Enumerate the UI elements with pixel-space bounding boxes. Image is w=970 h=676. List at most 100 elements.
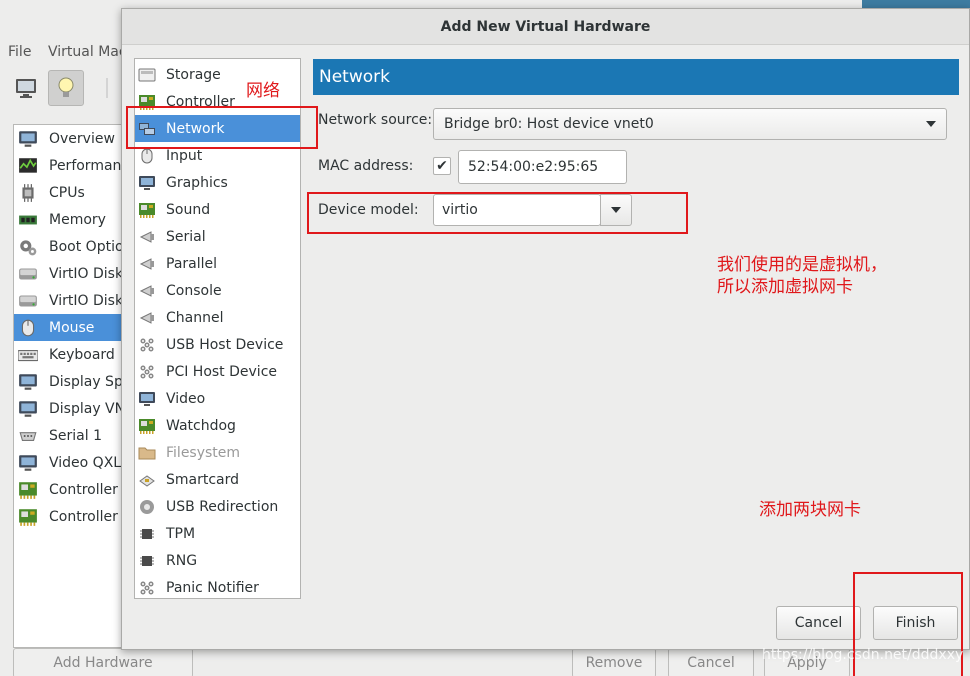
performance-icon xyxy=(18,156,40,176)
monitor-icon xyxy=(18,129,40,149)
disk-icon xyxy=(18,291,40,311)
cancel-button[interactable]: Cancel xyxy=(776,606,861,640)
device-list-item[interactable]: Controller P xyxy=(14,503,132,530)
hardware-type-label: Panic Notifier xyxy=(166,579,259,596)
device-list-item-label: Performanc xyxy=(49,157,130,174)
hardware-type-smartcard[interactable]: Smartcard xyxy=(135,466,300,493)
port-icon xyxy=(138,282,156,300)
device-list-item[interactable]: Serial 1 xyxy=(14,422,132,449)
mac-address-checkbox[interactable]: ✔ xyxy=(433,157,451,175)
annotation-add-two-note: 添加两块网卡 xyxy=(759,500,861,520)
gears-icon xyxy=(18,237,40,257)
device-list-item-label: CPUs xyxy=(49,184,85,201)
hardware-type-video[interactable]: Video xyxy=(135,385,300,412)
usb-icon xyxy=(138,363,156,381)
annotation-vm-note-line2: 所以添加虚拟网卡 xyxy=(717,277,853,297)
lightbulb-icon xyxy=(58,77,74,97)
storage-icon xyxy=(138,66,156,84)
network-source-dropdown[interactable]: Bridge br0: Host device vnet0 xyxy=(433,108,947,140)
device-list-item[interactable]: Boot Optio xyxy=(14,233,132,260)
hardware-type-channel[interactable]: Channel xyxy=(135,304,300,331)
smartcard-icon xyxy=(138,471,156,489)
device-list-item[interactable]: Mouse xyxy=(14,314,132,341)
panel-title: Network xyxy=(313,59,959,95)
remove-button[interactable]: Remove xyxy=(572,648,656,676)
device-list-item-label: Serial 1 xyxy=(49,427,102,444)
device-list-item[interactable]: VirtIO Disk xyxy=(14,287,132,314)
hardware-type-graphics[interactable]: Graphics xyxy=(135,169,300,196)
menu-virtual-machine[interactable]: Virtual Mac xyxy=(48,44,127,60)
folder-icon xyxy=(138,444,156,462)
hardware-type-rng[interactable]: RNG xyxy=(135,547,300,574)
annotation-device-model-box xyxy=(307,192,688,234)
hardware-type-label: Input xyxy=(166,147,203,164)
chip-icon xyxy=(138,552,156,570)
serial-icon xyxy=(18,426,40,446)
hardware-type-label: TPM xyxy=(166,525,196,542)
hardware-type-console[interactable]: Console xyxy=(135,277,300,304)
hardware-type-watchdog[interactable]: Watchdog xyxy=(135,412,300,439)
monitor-icon xyxy=(138,390,156,408)
hardware-type-panic-notifier[interactable]: Panic Notifier xyxy=(135,574,300,598)
hardware-type-label: RNG xyxy=(166,552,198,569)
add-hardware-button[interactable]: Add Hardware xyxy=(13,648,193,676)
console-view-button[interactable] xyxy=(8,70,44,106)
device-list-item[interactable]: Performanc xyxy=(14,152,132,179)
hardware-type-label: Channel xyxy=(166,309,224,326)
hardware-type-serial[interactable]: Serial xyxy=(135,223,300,250)
device-list-item-label: Overview xyxy=(49,130,115,147)
mac-address-field[interactable]: 52:54:00:e2:95:65 xyxy=(458,150,627,184)
monitor-icon xyxy=(16,79,36,98)
device-list-item[interactable]: CPUs xyxy=(14,179,132,206)
device-list-item-label: Mouse xyxy=(49,319,95,336)
toolbar-separator-icon xyxy=(92,70,122,106)
hardware-type-label: Graphics xyxy=(166,174,228,191)
device-list-item-label: VirtIO Disk xyxy=(49,292,124,309)
device-list-item-label: Keyboard xyxy=(49,346,115,363)
hardware-type-label: USB Redirection xyxy=(166,498,279,515)
card-icon xyxy=(138,417,156,435)
device-list-item[interactable]: Display Spi xyxy=(14,368,132,395)
display-icon xyxy=(18,453,40,473)
hardware-type-label: USB Host Device xyxy=(166,336,284,353)
device-list-item[interactable]: VirtIO Disk xyxy=(14,260,132,287)
device-list-item-label: Memory xyxy=(49,211,106,228)
network-source-label: Network source: xyxy=(318,112,433,128)
device-list-item-label: Video QXL xyxy=(49,454,122,471)
hardware-type-pci-host-device[interactable]: PCI Host Device xyxy=(135,358,300,385)
hardware-type-label: Video xyxy=(166,390,206,407)
card-icon xyxy=(138,201,156,219)
device-list-item[interactable]: Overview xyxy=(14,125,132,152)
display-icon xyxy=(18,372,40,392)
hardware-type-usb-redirection[interactable]: USB Redirection xyxy=(135,493,300,520)
annotation-network-note: 网络 xyxy=(246,81,280,101)
device-list-item-label: Display VN xyxy=(49,400,126,417)
device-list-item[interactable]: Memory xyxy=(14,206,132,233)
device-list-item[interactable]: Display VN xyxy=(14,395,132,422)
menu-file[interactable]: File xyxy=(8,44,31,60)
chip-icon xyxy=(138,525,156,543)
watermark: https://blog.csdn.net/dddxxy xyxy=(762,647,964,663)
mouse-icon xyxy=(18,318,40,338)
port-icon xyxy=(138,255,156,273)
hardware-type-label: Storage xyxy=(166,66,221,83)
port-icon xyxy=(138,228,156,246)
chevron-down-icon xyxy=(926,121,936,127)
device-list-item[interactable]: Keyboard xyxy=(14,341,132,368)
hardware-type-label: Filesystem xyxy=(166,444,241,461)
hardware-type-sound[interactable]: Sound xyxy=(135,196,300,223)
hardware-type-parallel[interactable]: Parallel xyxy=(135,250,300,277)
annotation-network-box xyxy=(126,106,318,149)
keyboard-icon xyxy=(17,345,40,365)
device-list-item[interactable]: Controller U xyxy=(14,476,132,503)
hardware-type-usb-host-device[interactable]: USB Host Device xyxy=(135,331,300,358)
hardware-type-label: PCI Host Device xyxy=(166,363,278,380)
details-view-button[interactable] xyxy=(48,70,84,106)
device-list-item-label: Boot Optio xyxy=(49,238,124,255)
checkmark-icon: ✔ xyxy=(436,158,448,174)
hardware-type-tpm[interactable]: TPM xyxy=(135,520,300,547)
cancel-button-bg[interactable]: Cancel xyxy=(668,648,754,676)
hardware-type-filesystem[interactable]: Filesystem xyxy=(135,439,300,466)
add-hardware-dialog: Add New Virtual Hardware Storage Controll… xyxy=(121,8,970,650)
device-list-item[interactable]: Video QXL xyxy=(14,449,132,476)
